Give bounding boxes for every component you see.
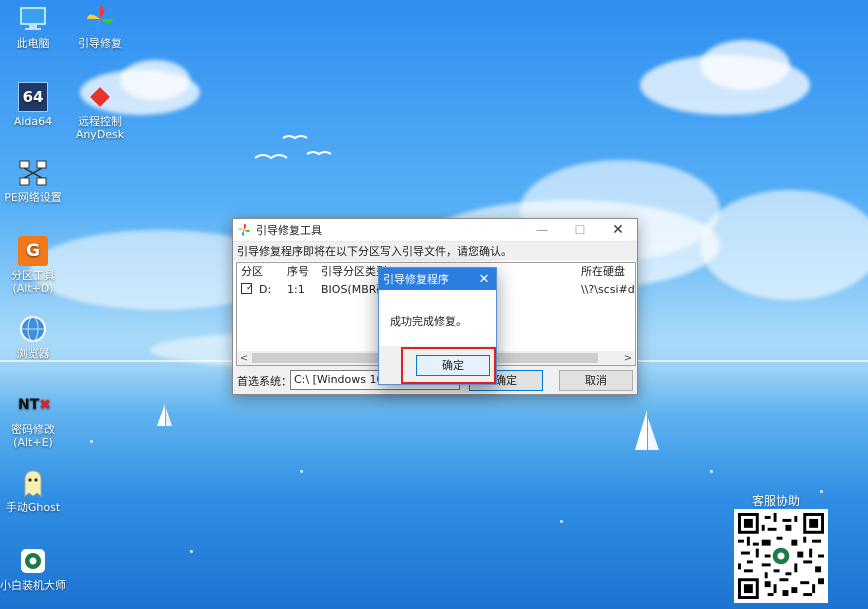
- xiaobai-icon: [21, 549, 45, 573]
- cancel-button[interactable]: 取消: [559, 370, 633, 391]
- desktop-icon-label: 小白装机大师: [0, 579, 66, 592]
- desktop-icon-label: 手动Ghost: [5, 501, 61, 514]
- partition-tool-icon: G: [18, 236, 48, 266]
- column-header[interactable]: 分区: [237, 263, 283, 281]
- anydesk-icon: [90, 87, 110, 107]
- desktop-icon-label: 密码修改: [11, 423, 55, 436]
- dialog-message: 成功完成修复。: [390, 315, 467, 328]
- desktop-icon-pe-network[interactable]: PE网络设置: [0, 158, 66, 204]
- desktop-icon-label: Aida64: [13, 115, 53, 128]
- window-title: 引导修复工具: [256, 224, 322, 237]
- desktop-icon-password-change[interactable]: NT✖ 密码修改 (Alt+E): [0, 390, 66, 449]
- window-titlebar[interactable]: 引导修复工具 — ☐ ✕: [233, 219, 637, 241]
- desktop-icon-boot-repair[interactable]: 引导修复: [67, 4, 133, 50]
- desktop-icon-sublabel: (Alt+E): [13, 436, 53, 449]
- desktop-icon-partition-tool[interactable]: G 分区工具 (Alt+D): [0, 236, 66, 295]
- close-button[interactable]: ✕: [599, 219, 637, 241]
- dialog-footer: 确定: [379, 346, 496, 384]
- aida64-icon: 64: [18, 82, 48, 112]
- desktop-icon-sublabel: AnyDesk: [75, 128, 125, 141]
- desktop-icon-label: 引导修复: [78, 37, 122, 50]
- pinwheel-icon: [237, 223, 251, 237]
- scroll-right-button[interactable]: >: [621, 353, 635, 364]
- success-dialog: 引导修复程序 ✕ 成功完成修复。 确定: [378, 267, 497, 385]
- partition-cell: D:: [259, 283, 272, 296]
- desktop-icon-label: 此电脑: [16, 37, 50, 50]
- dialog-titlebar[interactable]: 引导修复程序 ✕: [379, 268, 496, 290]
- row-checkbox[interactable]: ✓: [241, 283, 252, 294]
- desktop-icon-anydesk[interactable]: 远程控制 AnyDesk: [67, 82, 133, 141]
- qr-code-image: [738, 513, 824, 599]
- globe-icon: [20, 316, 46, 342]
- desktop-icon-label: PE网络设置: [4, 191, 62, 204]
- dialog-title: 引导修复程序: [383, 273, 449, 286]
- qr-label: 客服协助: [752, 494, 801, 508]
- desktop-icon-manual-ghost[interactable]: 手动Ghost: [0, 468, 66, 514]
- disk-cell: \\?\scsi#disk&ven_vmware_&: [581, 283, 635, 296]
- scroll-left-button[interactable]: <: [237, 353, 251, 364]
- confirm-info: 引导修复程序即将在以下分区写入引导文件，请您确认。: [233, 241, 637, 261]
- desktop-icon-label: 远程控制: [78, 115, 122, 128]
- desktop-icon-sublabel: (Alt+D): [12, 282, 54, 295]
- ntpwedit-icon: NT✖: [18, 397, 52, 413]
- desktop-icon-this-pc[interactable]: 此电脑: [0, 4, 66, 50]
- column-header[interactable]: 序号: [283, 263, 317, 281]
- desktop-icon-label: 浏览器: [16, 347, 50, 360]
- column-header[interactable]: 所在硬盘: [577, 263, 635, 281]
- desktop-icon-label: 分区工具: [11, 269, 55, 282]
- qr-code[interactable]: [734, 509, 828, 603]
- minimize-button[interactable]: —: [523, 219, 561, 241]
- system-label: 首选系统：: [237, 375, 292, 388]
- desktop-icon-aida64[interactable]: 64 Aida64: [0, 82, 66, 128]
- network-icon: [19, 160, 47, 186]
- dialog-ok-button[interactable]: 确定: [416, 355, 490, 376]
- desktop-icon-browser[interactable]: 浏览器: [0, 314, 66, 360]
- maximize-button[interactable]: ☐: [561, 219, 599, 241]
- dialog-close-button[interactable]: ✕: [472, 272, 496, 287]
- index-cell: 1:1: [287, 283, 305, 296]
- desktop-icon-xiaobai[interactable]: 小白装机大师: [0, 546, 66, 592]
- ghost-icon: [24, 470, 42, 497]
- computer-icon: [20, 7, 46, 30]
- pinwheel-icon: [87, 6, 113, 32]
